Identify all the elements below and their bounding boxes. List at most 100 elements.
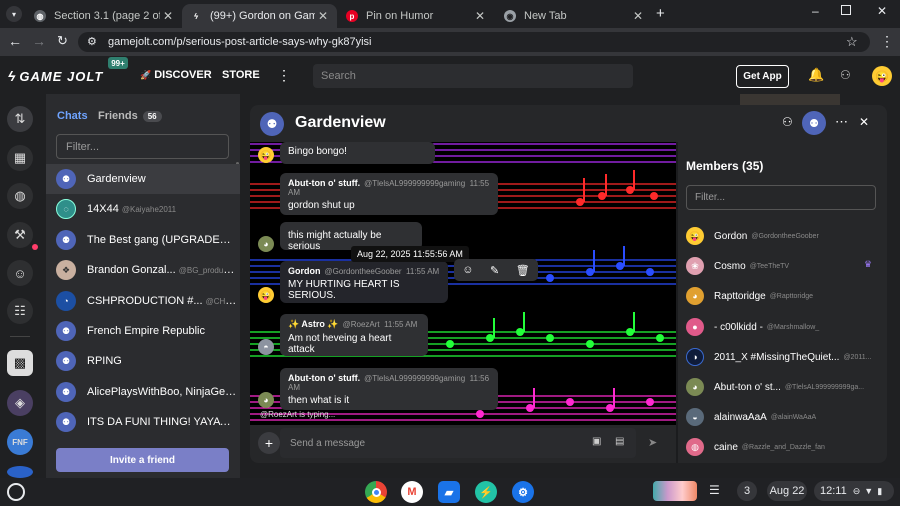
close-window-icon[interactable]: ✕ — [877, 4, 887, 18]
menu-dots-icon[interactable]: ⋮ — [880, 33, 894, 50]
room-options-icon[interactable]: ⋯ — [835, 114, 848, 130]
inventory-bag-icon[interactable]: ◍ — [7, 183, 33, 209]
chat-item[interactable]: ⚉ AlicePlaysWithBoo, NinjaGen... — [46, 377, 240, 407]
member-item[interactable]: ❀ Cosmo @TeeTheTV ♛ — [686, 253, 882, 279]
edit-pencil-icon[interactable]: ✎ — [490, 264, 499, 277]
messenger-app-icon[interactable]: ⚡ — [475, 481, 497, 503]
notification-count-badge[interactable]: 3 — [737, 481, 757, 501]
chat-item[interactable]: ⚉ ITS DA FUNI THING! YAYAYAY... — [46, 407, 240, 437]
chat-icon[interactable]: ☺ — [7, 260, 33, 286]
launcher-button[interactable] — [7, 483, 25, 501]
delete-trash-icon[interactable]: 🗑 — [516, 264, 530, 277]
chat-item[interactable]: ❖ Brandon Gonzal... @BG_productio... — [46, 255, 240, 285]
close-tab-icon[interactable]: ✕ — [160, 9, 176, 23]
browser-tab[interactable]: ◉ New Tab ✕ — [496, 4, 652, 28]
message-input[interactable]: Send a message ▣ ▤ — [280, 428, 636, 458]
avatar: ◔ — [56, 291, 76, 311]
held-images-thumbnail[interactable] — [653, 481, 697, 501]
message-bubble[interactable]: Abut-ton o' stuff. @TlelsAL999999999gamin… — [280, 368, 498, 410]
files-app-icon[interactable]: ▰ — [438, 481, 460, 503]
tab-friends[interactable]: Friends 56 — [98, 110, 162, 122]
chat-item[interactable]: ◌ 14X44 @Kaiyahe2011 — [46, 194, 240, 224]
chats-panel: Chats Friends 56 Filter... ⚉ Gardenview … — [46, 94, 240, 478]
sticker-icon[interactable]: ▤ — [615, 436, 624, 447]
add-member-icon[interactable]: ⚇ — [782, 115, 793, 129]
status-area[interactable]: 12:11 ⊖ ▼ ▮ — [814, 481, 894, 501]
message-bubble[interactable]: Abut-ton o' stuff. @TlelsAL999999999gamin… — [280, 173, 498, 215]
member-item[interactable]: ● - c00lkidd - @Marshmallow_ — [686, 314, 882, 340]
member-item[interactable]: ◍ caine @Razzle_and_Dazzle_fan — [686, 434, 882, 460]
date-pill[interactable]: Aug 22 — [767, 481, 807, 501]
gif-icon[interactable]: ▣ — [592, 436, 601, 447]
chrome-app-icon[interactable] — [365, 481, 387, 503]
avatar[interactable]: ◓ — [258, 339, 274, 355]
members-toggle-button[interactable]: ⚉ — [802, 111, 826, 135]
message-bubble[interactable]: Bingo bongo! — [280, 142, 435, 164]
quests-icon[interactable]: ⚒ — [7, 222, 33, 248]
close-tab-icon[interactable]: ✕ — [315, 9, 331, 23]
friend-requests-icon[interactable]: ⚇ — [840, 68, 851, 82]
member-item[interactable]: ◒ alainwaAaA @alainWaAaA — [686, 404, 882, 430]
minimize-icon[interactable]: – — [812, 4, 819, 18]
tab-chats[interactable]: Chats — [57, 110, 88, 122]
community-icon-fnf[interactable]: FNF — [7, 429, 33, 455]
close-tab-icon[interactable]: ✕ — [630, 9, 646, 23]
close-room-icon[interactable]: ✕ — [859, 115, 869, 129]
add-reaction-icon[interactable]: ☺ — [462, 264, 473, 276]
member-item[interactable]: 😜 Gordon @GordontheeGoober — [686, 223, 882, 249]
avatar[interactable]: 😜 — [258, 287, 274, 303]
chat-item[interactable]: ⚉ The Best gang (UPGRADED) ... — [46, 225, 240, 255]
reload-icon[interactable]: ↻ — [57, 33, 68, 49]
chat-filter-input[interactable]: Filter... — [56, 134, 229, 159]
member-item[interactable]: ◕ Rapttoridge @Rapttoridge — [686, 283, 882, 309]
nav-discover[interactable]: 🚀 DISCOVER — [140, 69, 212, 81]
member-item[interactable]: ◕ Abut-ton o' st... @TlelsAL999999999ga..… — [686, 374, 882, 400]
activity-feed-icon[interactable]: ⇅ — [7, 106, 33, 132]
new-tab-button[interactable]: + — [656, 5, 665, 22]
clipboard-icon[interactable]: ☰ — [709, 483, 720, 497]
forward-icon[interactable]: → — [32, 33, 46, 49]
send-icon[interactable]: ➤ — [648, 436, 657, 449]
browser-tab-active[interactable]: ϟ (99+) Gordon on Game Jolt: "S ✕ — [182, 4, 337, 28]
add-attachment-button[interactable]: + — [258, 432, 280, 454]
room-header: ⚉ Gardenview ⚇ ⚉ ⋯ ✕ — [250, 105, 887, 142]
browser-tab[interactable]: p Pin on Humor ✕ — [338, 4, 494, 28]
chat-item[interactable]: ◔ CSHPRODUCTION #... @CHpro... — [46, 286, 240, 316]
notifications-bell-icon[interactable]: 🔔 — [808, 67, 824, 83]
nav-store[interactable]: STORE — [222, 69, 260, 81]
search-input[interactable]: Search — [313, 64, 633, 88]
user-avatar[interactable]: 😜 — [872, 66, 892, 86]
gamejolt-logo[interactable]: ϟ GAME JOLT — [8, 68, 103, 84]
message-bubble[interactable]: ✨ Astro ✨ @RoezArt 11:55 AM Am not hevein… — [280, 314, 428, 356]
community-icon-pattern[interactable]: ▩ — [7, 350, 33, 376]
message-bubble[interactable]: Gordon @GordontheeGoober 11:55 AM MY HURT… — [280, 261, 448, 303]
settings-app-icon[interactable]: ⚙ — [512, 481, 534, 503]
chat-item[interactable]: ⚉ French Empire Republic — [46, 316, 240, 346]
more-menu-icon[interactable]: ⋮ — [277, 67, 291, 84]
browser-tab[interactable]: ◍ Section 3.1 (page 2 of 3) | acc ✕ — [26, 4, 182, 28]
avatar[interactable]: ◕ — [258, 236, 274, 252]
member-item[interactable]: ◑ 2011_X #MissingTheQuiet... @2011... — [686, 344, 882, 370]
store-icon[interactable]: ▦ — [7, 145, 33, 171]
community-icon-collage[interactable]: ◈ — [7, 390, 33, 416]
message-actions: ☺ ✎ 🗑 — [454, 259, 538, 281]
browser-tab-strip: ▾ ◍ Section 3.1 (page 2 of 3) | acc ✕ ϟ … — [0, 0, 900, 28]
get-app-button[interactable]: Get App — [736, 65, 789, 88]
tab-search-button[interactable]: ▾ — [6, 6, 22, 22]
bookmark-star-icon[interactable]: ☆ — [846, 34, 858, 50]
chat-item-gardenview[interactable]: ⚉ Gardenview — [46, 164, 240, 194]
library-icon[interactable]: ☷ — [7, 298, 33, 324]
chat-item[interactable]: ⚉ RPING — [46, 346, 240, 376]
maximize-icon[interactable] — [841, 5, 851, 15]
invite-friend-button[interactable]: Invite a friend — [56, 448, 229, 472]
avatar[interactable]: ◕ — [258, 392, 274, 408]
avatar[interactable]: 😜 — [258, 147, 274, 163]
site-info-icon[interactable]: ⚙ — [87, 35, 97, 48]
community-icon-partial[interactable] — [7, 466, 33, 478]
close-tab-icon[interactable]: ✕ — [472, 9, 488, 23]
back-icon[interactable]: ← — [8, 33, 22, 49]
member-filter-input[interactable]: Filter... — [686, 185, 876, 210]
gmail-app-icon[interactable]: M — [401, 481, 423, 503]
composer-bar: + Send a message ▣ ▤ ➤ — [250, 425, 676, 463]
address-bar[interactable]: ⚙ gamejolt.com/p/serious-post-article-sa… — [78, 32, 870, 52]
